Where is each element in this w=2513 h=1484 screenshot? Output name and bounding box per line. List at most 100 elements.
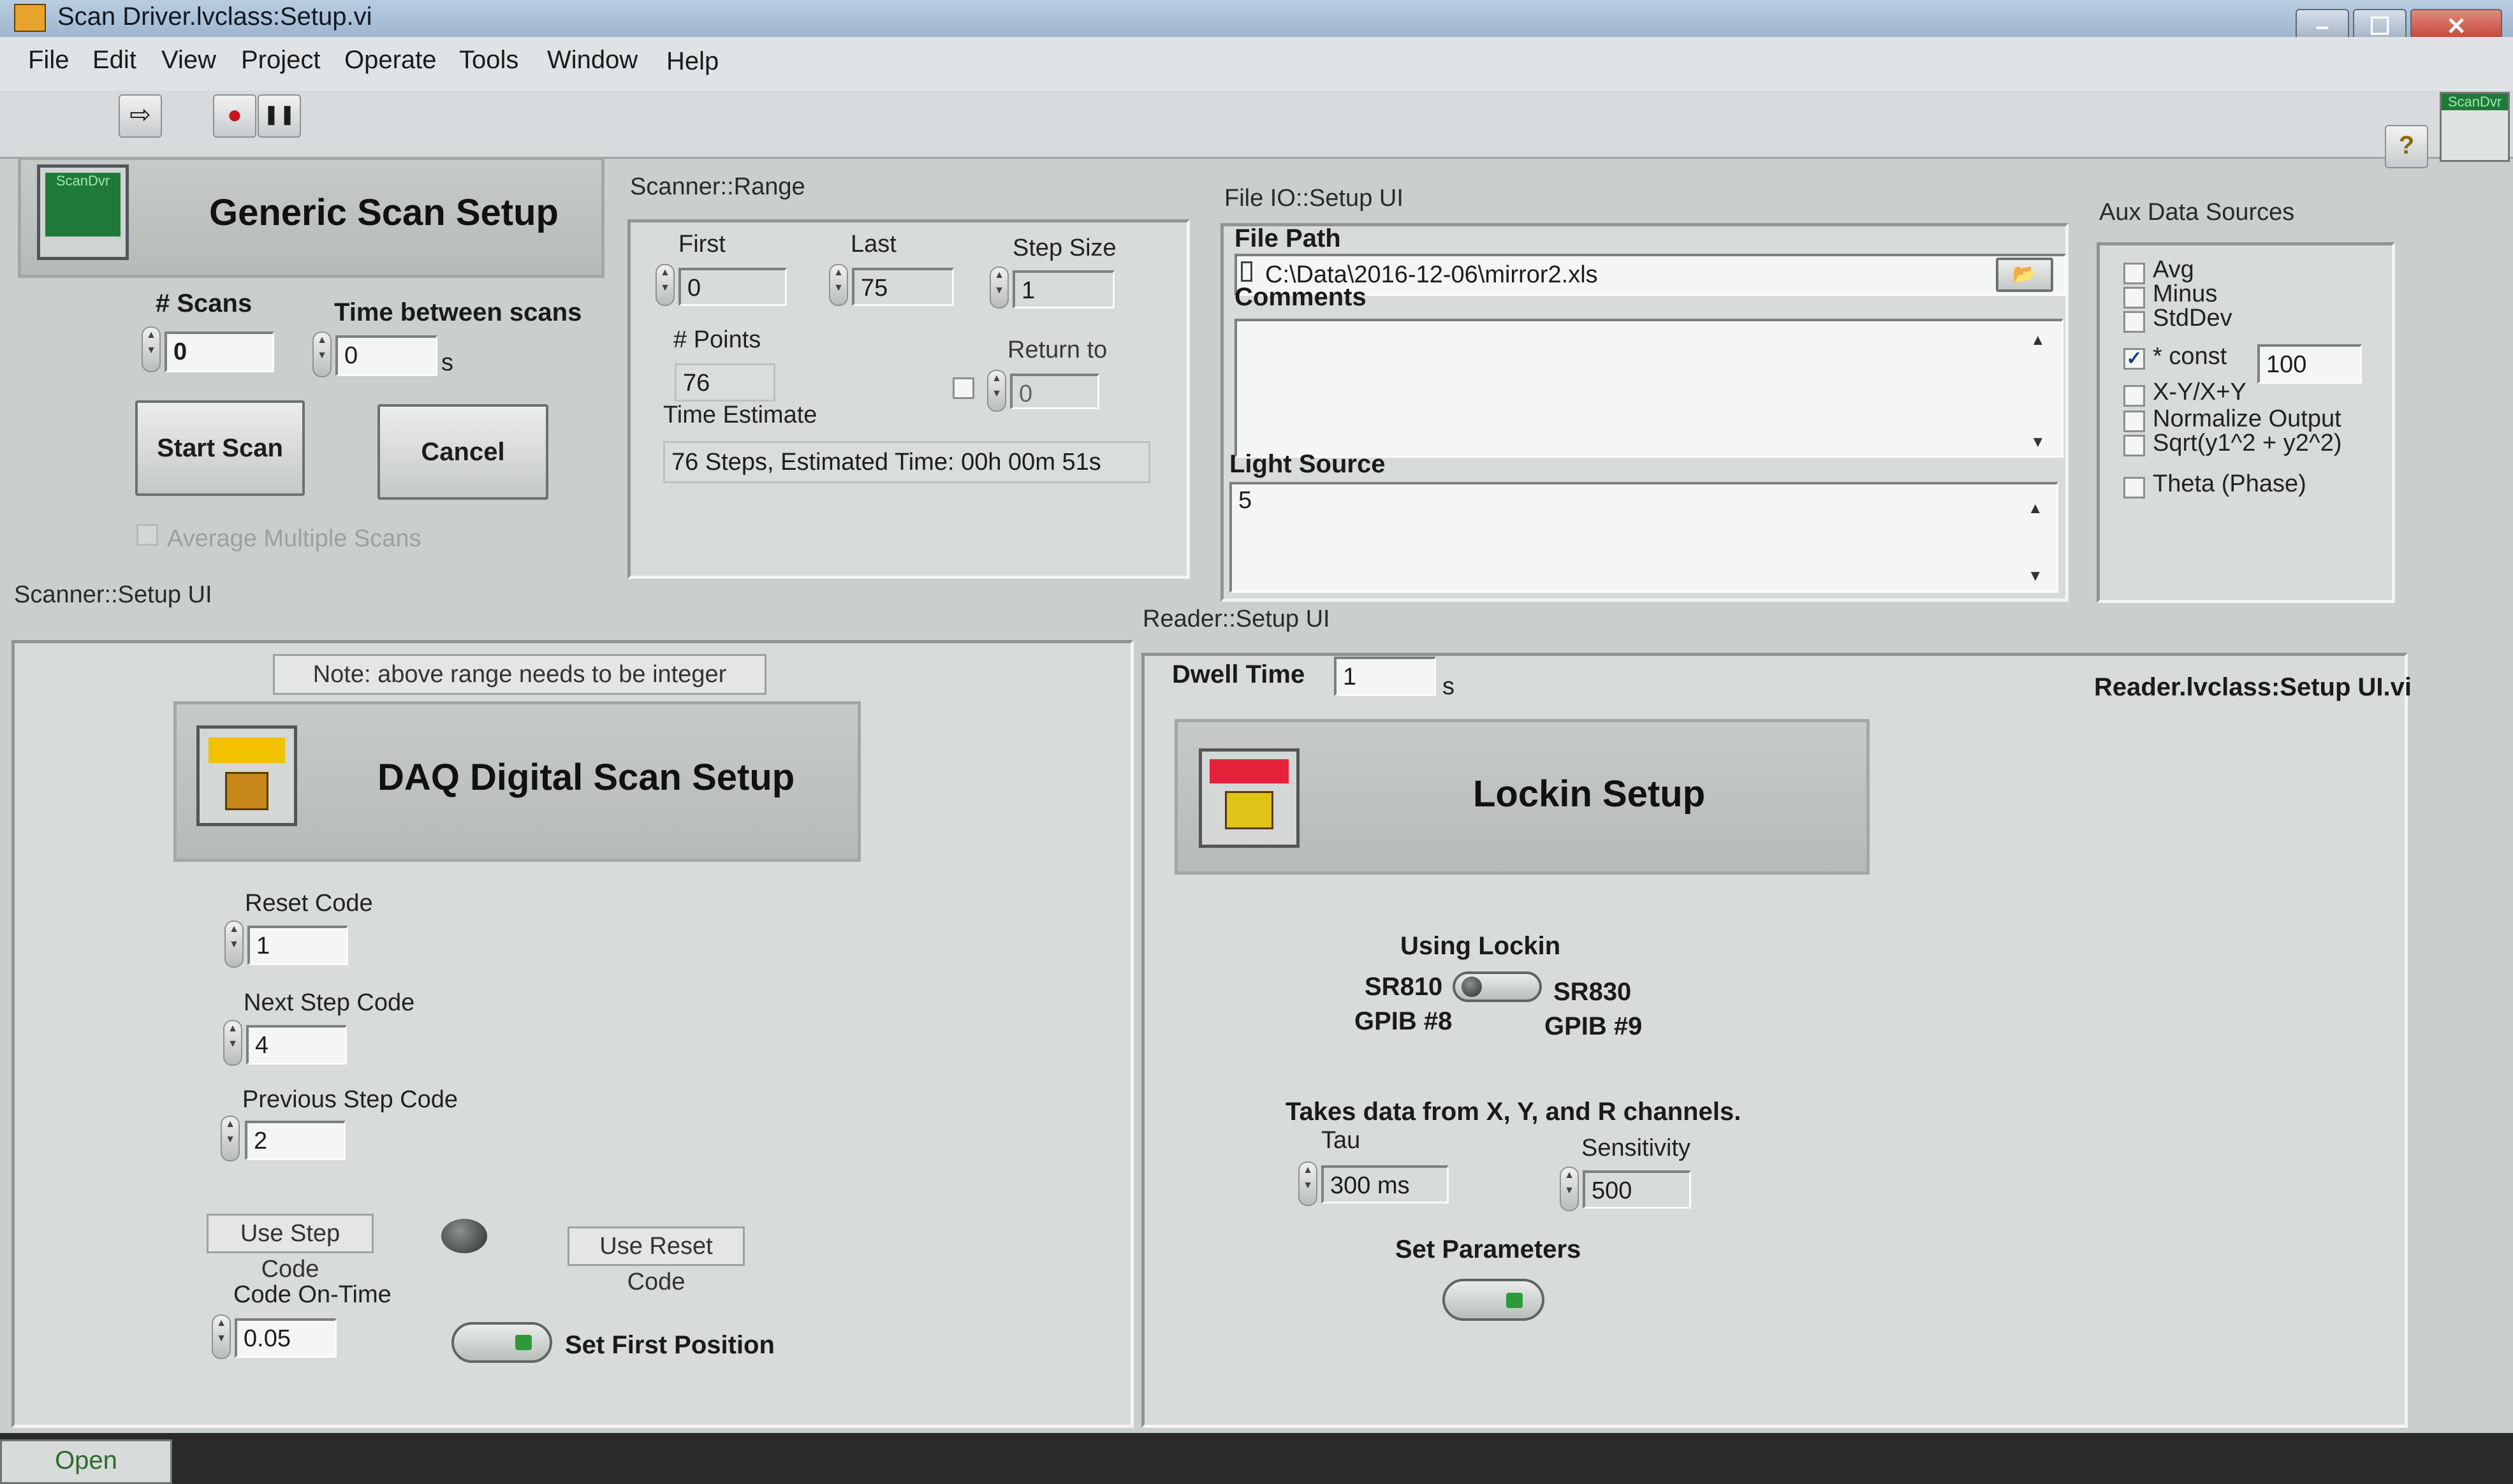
code-on-time-spinner[interactable]: ▲ ▼ xyxy=(212,1314,231,1359)
sr810-label: SR810 xyxy=(1365,973,1443,1001)
aux-caption: Aux Data Sources xyxy=(2099,199,2295,226)
menu-window[interactable]: Window xyxy=(547,46,638,75)
lockin-title: Lockin Setup xyxy=(1473,773,1706,815)
dwell-time-input[interactable]: 1 xyxy=(1334,657,1436,696)
next-step-code-label: Next Step Code xyxy=(244,989,415,1016)
reset-code-spinner[interactable]: ▲ ▼ xyxy=(224,920,244,968)
stddev-checkbox[interactable] xyxy=(2123,311,2145,333)
tau-selector[interactable]: 300 ms xyxy=(1321,1165,1449,1204)
comments-scroll-down-icon[interactable]: ▼ xyxy=(2030,433,2046,451)
return-to-spinner[interactable]: ▲ ▼ xyxy=(987,370,1006,412)
step-reset-switch[interactable] xyxy=(441,1219,487,1253)
previous-step-code-spinner[interactable]: ▲ ▼ xyxy=(221,1116,240,1161)
run-arrow-icon[interactable]: ⇨ xyxy=(119,94,162,138)
first-input[interactable]: 0 xyxy=(678,268,787,306)
lockin-selector-switch[interactable] xyxy=(1453,971,1542,1002)
fileio-caption: File IO::Setup UI xyxy=(1224,185,1403,212)
abort-execution-icon[interactable]: ● xyxy=(213,94,256,138)
comments-textarea[interactable] xyxy=(1235,319,2063,458)
const-checkbox[interactable]: ✓ xyxy=(2123,348,2145,370)
avg-checkbox[interactable] xyxy=(2123,263,2145,284)
menu-edit[interactable]: Edit xyxy=(92,46,136,75)
time-estimate-label: Time Estimate xyxy=(663,402,817,428)
first-spinner[interactable]: ▲ ▼ xyxy=(656,264,675,306)
light-source-textarea[interactable]: 5 xyxy=(1229,482,2058,593)
normalize-label: Normalize Output xyxy=(2153,405,2341,432)
switch-knob-icon xyxy=(1462,977,1482,997)
context-help-icon[interactable]: ? xyxy=(2385,125,2428,168)
scans-input[interactable]: 0 xyxy=(165,331,274,372)
open-button[interactable]: Open xyxy=(0,1439,172,1484)
use-step-code-label[interactable]: Use Step Code xyxy=(207,1214,374,1283)
sensitivity-spinner[interactable]: ▲ ▼ xyxy=(1560,1167,1579,1211)
minus-checkbox[interactable] xyxy=(2123,287,2145,309)
scans-spinner[interactable]: ▲ ▼ xyxy=(142,326,161,372)
last-spinner[interactable]: ▲ ▼ xyxy=(829,264,848,306)
time-between-label: Time between scans xyxy=(334,298,582,326)
set-parameters-label: Set Parameters xyxy=(1395,1235,1581,1263)
menu-operate[interactable]: Operate xyxy=(344,46,437,75)
tau-label: Tau xyxy=(1321,1127,1361,1154)
pause-icon[interactable]: ❚❚ xyxy=(258,94,301,138)
cancel-button[interactable]: Cancel xyxy=(377,404,548,500)
return-to-input[interactable]: 0 xyxy=(1010,374,1099,409)
time-estimate-indicator: 76 Steps, Estimated Time: 00h 00m 51s xyxy=(663,441,1150,483)
use-reset-code-label[interactable]: Use Reset Code xyxy=(568,1226,745,1295)
theta-checkbox[interactable] xyxy=(2123,477,2145,498)
average-multiple-checkbox[interactable] xyxy=(136,524,158,546)
code-on-time-input[interactable]: 0.05 xyxy=(235,1318,337,1358)
sqrt-checkbox[interactable] xyxy=(2123,435,2145,456)
reader-setup-caption: Reader::Setup UI xyxy=(1143,606,1330,632)
step-size-input[interactable]: 1 xyxy=(1013,270,1115,309)
file-path-label: File Path xyxy=(1235,224,1341,252)
points-label: # Points xyxy=(673,326,761,353)
sr830-label: SR830 xyxy=(1553,978,1632,1006)
previous-step-code-label: Previous Step Code xyxy=(242,1086,458,1113)
sensitivity-selector[interactable]: 500 xyxy=(1583,1170,1691,1209)
xy-ratio-label: X-Y/X+Y xyxy=(2153,379,2246,405)
start-scan-button[interactable]: Start Scan xyxy=(135,400,305,496)
const-label: * const xyxy=(2153,343,2227,370)
time-between-unit: s xyxy=(441,349,453,376)
return-to-label: Return to xyxy=(1007,337,1108,363)
tau-spinner[interactable]: ▲ ▼ xyxy=(1298,1161,1317,1206)
const-input[interactable]: 100 xyxy=(2257,344,2362,384)
menu-file[interactable]: File xyxy=(28,46,69,75)
light-scroll-down-icon[interactable]: ▼ xyxy=(2028,567,2043,585)
menu-help[interactable]: Help xyxy=(666,47,719,76)
next-step-code-spinner[interactable]: ▲ ▼ xyxy=(223,1020,242,1066)
light-scroll-up-icon[interactable]: ▲ xyxy=(2028,500,2043,518)
path-browse-icon xyxy=(1241,261,1252,282)
toggle-led-icon xyxy=(515,1335,532,1350)
window-title: Scan Driver.lvclass:Setup.vi xyxy=(57,3,372,31)
daq-cube-icon xyxy=(196,725,297,826)
menu-view[interactable]: View xyxy=(161,46,216,75)
reset-code-input[interactable]: 1 xyxy=(247,926,348,965)
time-between-spinner[interactable]: ▲ ▼ xyxy=(312,331,332,377)
next-step-code-input[interactable]: 4 xyxy=(246,1025,347,1065)
menu-tools[interactable]: Tools xyxy=(459,46,518,75)
last-input[interactable]: 75 xyxy=(852,268,954,306)
time-between-input[interactable]: 0 xyxy=(335,335,437,376)
scan-driver-icon: ScanDvr xyxy=(37,164,129,260)
step-size-spinner[interactable]: ▲ ▼ xyxy=(990,266,1009,309)
theta-label: Theta (Phase) xyxy=(2153,470,2306,497)
folder-browse-button[interactable]: 📂 xyxy=(1996,258,2053,292)
menu-project[interactable]: Project xyxy=(241,46,321,75)
return-to-checkbox[interactable] xyxy=(953,377,974,399)
takes-data-label: Takes data from X, Y, and R channels. xyxy=(1286,1098,1741,1126)
xy-ratio-checkbox[interactable] xyxy=(2123,385,2145,407)
stddev-label: StdDev xyxy=(2153,305,2232,331)
previous-step-code-input[interactable]: 2 xyxy=(245,1121,346,1160)
scan-driver-icon-label: ScanDvr xyxy=(45,173,121,236)
points-indicator: 76 xyxy=(675,363,775,402)
normalize-checkbox[interactable] xyxy=(2123,411,2145,432)
taskbar xyxy=(0,1433,2513,1484)
set-first-position-toggle[interactable] xyxy=(451,1322,552,1363)
comments-scroll-up-icon[interactable]: ▲ xyxy=(2030,331,2046,349)
light-source-label: Light Source xyxy=(1229,450,1386,478)
set-parameters-button[interactable] xyxy=(1442,1279,1544,1321)
sensitivity-label: Sensitivity xyxy=(1581,1135,1691,1161)
scanner-setup-caption: Scanner::Setup UI xyxy=(14,581,212,608)
first-label: First xyxy=(678,231,726,258)
